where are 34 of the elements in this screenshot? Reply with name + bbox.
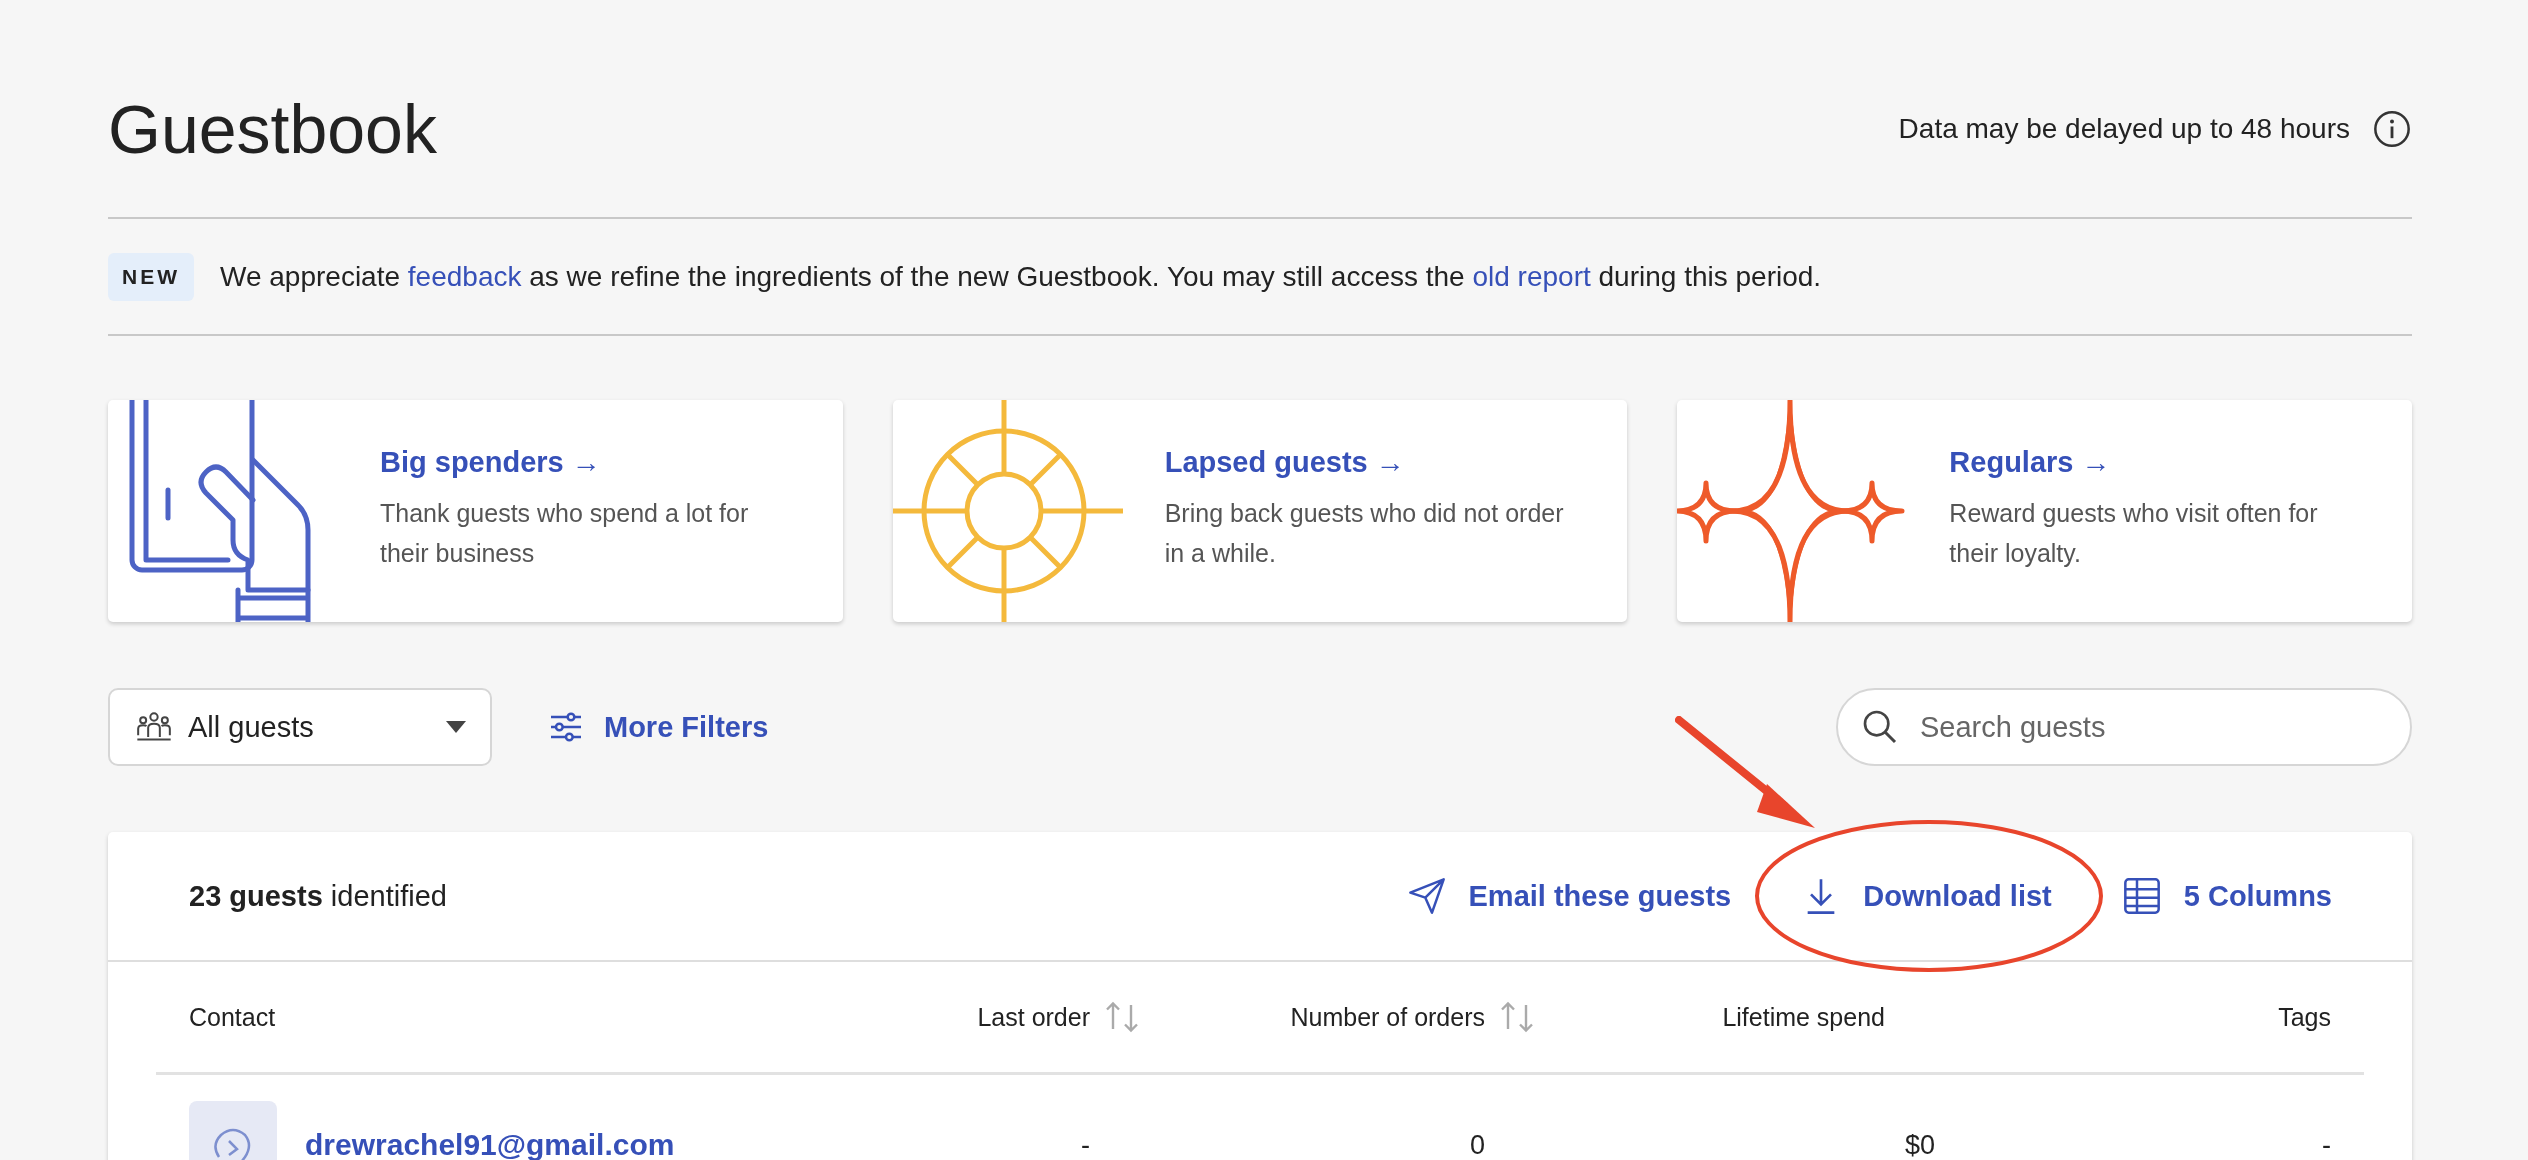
- more-filters-button[interactable]: More Filters: [546, 707, 769, 747]
- column-header: Contact: [189, 1002, 276, 1032]
- card-description: Bring back guests who did not order in a while.: [1164, 498, 1565, 569]
- banner-link[interactable]: old report: [1472, 260, 1591, 292]
- segment-card[interactable]: Regulars → Reward guests who visit often for their loyalty.: [1677, 400, 2412, 622]
- column-header: Tags: [2278, 1002, 2331, 1032]
- delay-notice: Data may be delayed up to 48 hours: [1898, 112, 2350, 145]
- card-description: Reward guests who visit often for their loyalty.: [1949, 498, 2319, 569]
- card-link[interactable]: Lapsed guests →: [1164, 446, 1572, 479]
- segment-card[interactable]: Big spenders → Thank guests who spend a lot for their business: [108, 400, 843, 622]
- info-icon: [2372, 108, 2412, 149]
- tags-cell: -: [2322, 1129, 2331, 1160]
- banner-message: We appreciate feedback as we refine the ingredients of the new Guestbook. You may still access the old report during this period.: [220, 260, 1822, 293]
- page-title: Guestbook: [108, 89, 437, 168]
- new-badge: NEW: [108, 252, 194, 301]
- orders-cell: 0: [1469, 1129, 1485, 1160]
- guest-segment-dropdown[interactable]: All guests: [108, 688, 492, 766]
- segment-card[interactable]: Lapsed guests → Bring back guests who did not order in a while.: [892, 400, 1628, 622]
- column-header: Last order: [977, 1002, 1090, 1032]
- last-order-cell: -: [1081, 1129, 1090, 1160]
- search-field[interactable]: Search guests: [1836, 688, 2412, 766]
- guest-count: 23 guests identified: [189, 879, 447, 913]
- banner-link[interactable]: feedback: [407, 260, 522, 292]
- table-action-button[interactable]: Email these guests: [1406, 866, 1732, 926]
- table-action-button[interactable]: 5 Columns: [2121, 866, 2332, 926]
- card-description: Thank guests who spend a lot for their business: [380, 498, 750, 569]
- spend-cell: $0: [1904, 1129, 1935, 1160]
- card-link[interactable]: Big spenders →: [380, 446, 787, 479]
- table-grid-icon: [2121, 876, 2162, 916]
- column-header: Number of orders: [1290, 1002, 1485, 1032]
- column-header: Lifetime spend: [1722, 1002, 1885, 1032]
- paper-plane-icon: [1406, 876, 1447, 916]
- caret-icon: [446, 721, 466, 733]
- card-link[interactable]: Regulars →: [1949, 446, 2356, 479]
